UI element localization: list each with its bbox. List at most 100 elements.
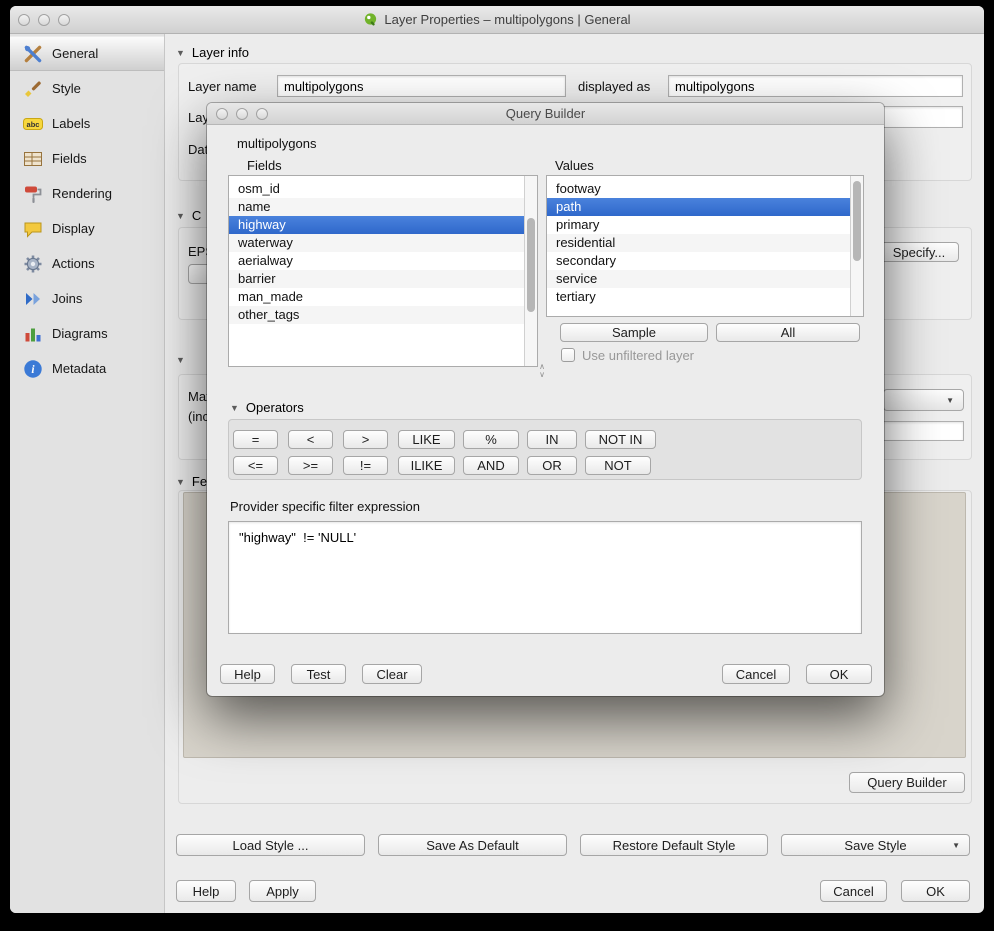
values-scrollbar[interactable] <box>850 176 863 316</box>
operator-gte-button[interactable]: >= <box>288 456 333 475</box>
abc-label-icon: abc <box>23 114 43 134</box>
splitter-handle[interactable]: ∧∨ <box>534 363 550 379</box>
sample-button[interactable]: Sample <box>560 323 708 342</box>
general-icon <box>23 44 43 64</box>
values-list: footway path primary residential seconda… <box>546 175 864 317</box>
scrollbar-thumb[interactable] <box>527 218 535 312</box>
screenshot-stage: Layer Properties – multipolygons | Gener… <box>0 0 994 931</box>
list-item[interactable]: residential <box>547 234 850 252</box>
sidebar-item-label: Diagrams <box>52 326 108 341</box>
save-style-button[interactable]: Save Style ▼ <box>781 834 970 856</box>
query-builder-button[interactable]: Query Builder <box>849 772 965 793</box>
operator-not-in-button[interactable]: NOT IN <box>585 430 656 449</box>
list-item[interactable]: barrier <box>229 270 524 288</box>
use-unfiltered-checkbox[interactable] <box>561 348 575 362</box>
list-item-selected[interactable]: path <box>547 198 850 216</box>
list-item[interactable]: waterway <box>229 234 524 252</box>
operator-gt-button[interactable]: > <box>343 430 388 449</box>
list-item[interactable]: primary <box>547 216 850 234</box>
dialog-help-button[interactable]: Help <box>220 664 275 684</box>
sidebar-item-metadata[interactable]: i Metadata <box>10 351 164 386</box>
sidebar-item-general[interactable]: General <box>10 36 164 71</box>
dialog-close-button[interactable] <box>216 108 228 120</box>
fields-scrollbar[interactable] <box>524 176 537 366</box>
encoding-label-fragment: Dat <box>188 142 208 157</box>
fields-list: osm_id name highway waterway aerialway b… <box>228 175 538 367</box>
sidebar-item-label: Actions <box>52 256 95 271</box>
specify-crs-button[interactable]: Specify... <box>879 242 959 262</box>
dialog-minimize-button[interactable] <box>236 108 248 120</box>
operator-equals-button[interactable]: = <box>233 430 278 449</box>
operator-like-button[interactable]: LIKE <box>398 430 455 449</box>
sidebar-item-fields[interactable]: Fields <box>10 141 164 176</box>
operator-percent-button[interactable]: % <box>463 430 519 449</box>
list-item-selected[interactable]: highway <box>229 216 524 234</box>
operator-lte-button[interactable]: <= <box>233 456 278 475</box>
layer-info-header[interactable]: ▼ Layer info <box>176 45 249 60</box>
operator-not-button[interactable]: NOT <box>585 456 651 475</box>
list-item[interactable]: aerialway <box>229 252 524 270</box>
list-item[interactable]: man_made <box>229 288 524 306</box>
help-button[interactable]: Help <box>176 880 236 902</box>
disclosure-triangle-icon: ▼ <box>230 403 239 413</box>
dialog-layer-name: multipolygons <box>237 136 317 151</box>
crs-header[interactable]: ▼ C <box>176 208 201 223</box>
feature-subset-header[interactable]: ▼ Fe <box>176 474 207 489</box>
dialog-cancel-button[interactable]: Cancel <box>722 664 790 684</box>
scale-input-fragment[interactable] <box>883 421 964 441</box>
sidebar-item-labels[interactable]: abc Labels <box>10 106 164 141</box>
sidebar-item-label: Metadata <box>52 361 106 376</box>
dialog-ok-button[interactable]: OK <box>806 664 872 684</box>
layer-name-input[interactable] <box>277 75 566 97</box>
ok-button[interactable]: OK <box>901 880 970 902</box>
operator-in-button[interactable]: IN <box>527 430 577 449</box>
sidebar-item-label: Joins <box>52 291 82 306</box>
filter-expression-label: Provider specific filter expression <box>230 499 420 514</box>
list-item[interactable]: name <box>229 198 524 216</box>
operator-lt-button[interactable]: < <box>288 430 333 449</box>
filter-expression-input[interactable]: "highway" != 'NULL' <box>228 521 862 634</box>
dialog-zoom-button[interactable] <box>256 108 268 120</box>
disclosure-triangle-icon: ▼ <box>176 355 185 365</box>
operator-ilike-button[interactable]: ILIKE <box>398 456 455 475</box>
displayed-as-input[interactable] <box>668 75 963 97</box>
sidebar-item-display[interactable]: Display <box>10 211 164 246</box>
sidebar-item-label: Fields <box>52 151 87 166</box>
operator-or-button[interactable]: OR <box>527 456 577 475</box>
all-button[interactable]: All <box>716 323 860 342</box>
restore-default-style-button[interactable]: Restore Default Style <box>580 834 768 856</box>
list-item[interactable]: osm_id <box>229 180 524 198</box>
scale-inclusive-label-fragment: (inc <box>188 409 209 424</box>
sidebar-item-style[interactable]: Style <box>10 71 164 106</box>
minimize-button[interactable] <box>38 14 50 26</box>
sidebar-item-joins[interactable]: Joins <box>10 281 164 316</box>
load-style-button[interactable]: Load Style ... <box>176 834 365 856</box>
close-button[interactable] <box>18 14 30 26</box>
sidebar-item-actions[interactable]: Actions <box>10 246 164 281</box>
list-item[interactable]: secondary <box>547 252 850 270</box>
list-item[interactable]: tertiary <box>547 288 850 306</box>
apply-button[interactable]: Apply <box>249 880 316 902</box>
operator-neq-button[interactable]: != <box>343 456 388 475</box>
sidebar-item-diagrams[interactable]: Diagrams <box>10 316 164 351</box>
scale-combo-fragment[interactable]: ▼ <box>883 389 964 411</box>
zoom-button[interactable] <box>58 14 70 26</box>
list-item[interactable]: service <box>547 270 850 288</box>
operators-header[interactable]: ▼ Operators <box>230 400 304 415</box>
save-as-default-button[interactable]: Save As Default <box>378 834 567 856</box>
bar-chart-icon <box>23 324 43 344</box>
join-arrows-icon <box>23 289 43 309</box>
displayed-as-label: displayed as <box>578 79 650 94</box>
sidebar-item-rendering[interactable]: Rendering <box>10 176 164 211</box>
dialog-test-button[interactable]: Test <box>291 664 346 684</box>
operator-and-button[interactable]: AND <box>463 456 519 475</box>
scale-visibility-header[interactable]: ▼ <box>176 355 185 365</box>
scrollbar-thumb[interactable] <box>853 181 861 261</box>
dialog-clear-button[interactable]: Clear <box>362 664 422 684</box>
chevron-down-icon: ▼ <box>946 396 954 405</box>
cancel-button[interactable]: Cancel <box>820 880 887 902</box>
list-item[interactable]: other_tags <box>229 306 524 324</box>
list-item[interactable]: footway <box>547 180 850 198</box>
properties-sidebar: General Style abc Labels Fields Renderin… <box>10 34 165 913</box>
layer-source-label-fragment: Lay <box>188 110 209 125</box>
